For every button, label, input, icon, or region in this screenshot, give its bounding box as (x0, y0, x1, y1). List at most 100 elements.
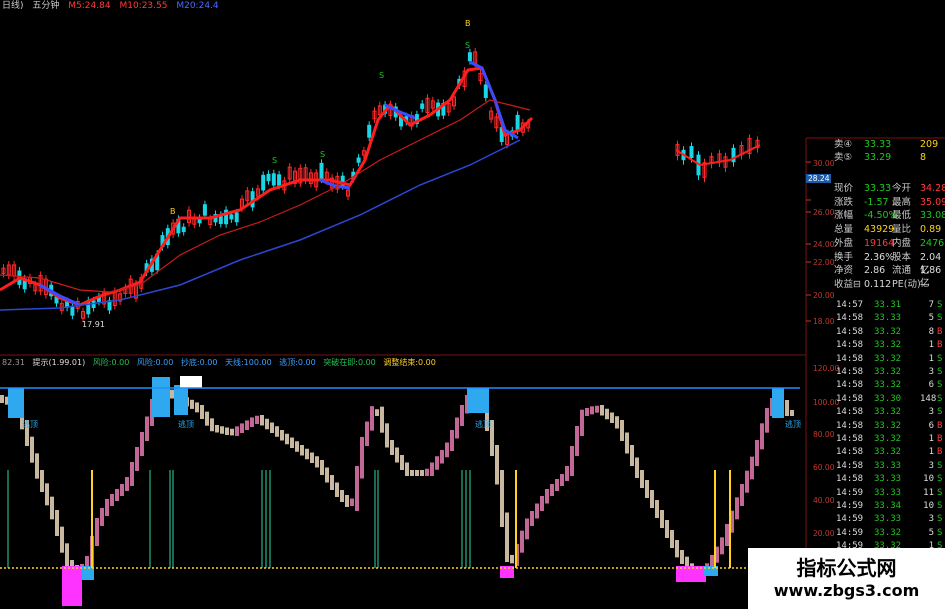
tick-time: 14:58 (836, 407, 864, 418)
indicator-bar (455, 417, 459, 439)
indicator-bar (735, 497, 739, 520)
indicator-bar (635, 457, 639, 478)
ask-label: 卖⑤ (834, 152, 853, 163)
indicator-bar (100, 508, 104, 526)
stat-label: 现价 (834, 183, 854, 194)
indicator-bar (235, 426, 239, 436)
indicator-bar (400, 455, 404, 470)
sell-marker: S (465, 41, 471, 50)
indicator-bar (415, 470, 419, 476)
buy-marker: B (170, 207, 176, 216)
indicator-bar (110, 494, 114, 506)
indicator-bar (755, 440, 759, 466)
indicator-bar (340, 490, 344, 502)
tick-direction: S (937, 460, 943, 471)
quote-stat-row: 涨幅 -4.50% 最低 33.08 (806, 209, 945, 222)
indicator-bar (280, 430, 284, 441)
indicator-title[interactable]: 提示(1.99.01) (32, 358, 85, 367)
ma10-value: M10:23.55 (119, 1, 168, 11)
indicator-bar (240, 423, 244, 433)
period-label: 日线) (2, 1, 24, 11)
tick-direction: S (937, 407, 943, 418)
tick-price: 33.32 (874, 447, 902, 458)
tick-price: 33.32 (874, 340, 902, 351)
tick-volume: 1 (928, 434, 934, 444)
escape-top-block (467, 388, 489, 413)
tick-row: 14:58 33.33 5 S (806, 312, 945, 325)
ask-row: 卖⑤ 33.29 8 (806, 151, 945, 164)
indicator-bar (370, 406, 374, 431)
indicator-field: 逃顶:0.00 (279, 358, 316, 367)
chart-canvas (0, 47, 945, 606)
indicator-bar (575, 426, 579, 456)
indicator-bar (545, 489, 549, 504)
indicator-bar (290, 437, 294, 448)
tick-price: 33.32 (874, 353, 902, 364)
indicator-bar (130, 462, 134, 486)
indicator-bar (345, 495, 349, 507)
buy-marker: B (465, 19, 471, 28)
tick-volume: 6 (928, 420, 934, 431)
indicator-bar (655, 500, 659, 518)
indicator-bar (505, 512, 509, 562)
candle-body (266, 173, 271, 182)
ma20-value: M20:24.4 (176, 1, 219, 11)
indicator-bar (365, 421, 369, 446)
indicator-bar (60, 526, 64, 553)
tick-price: 33.32 (874, 527, 902, 538)
candle-body (229, 214, 234, 220)
candle-body (261, 174, 266, 191)
indicator-bar (785, 400, 789, 416)
tick-price: 33.33 (874, 460, 902, 471)
tick-row: 14:59 33.33 3 S (806, 513, 945, 526)
indicator-bar (140, 432, 144, 456)
indicator-bar (220, 426, 224, 434)
stat-value: 0.112 (864, 278, 892, 290)
indicator-bar (170, 389, 174, 399)
indicator-bar (445, 442, 449, 458)
tick-price: 33.34 (874, 501, 902, 511)
indicator-bar (630, 445, 634, 466)
tick-time: 14:59 (836, 527, 864, 538)
tick-price: 33.33 (874, 313, 902, 324)
moving-average-lines (0, 60, 761, 311)
low-price-marker: 17.91 (82, 320, 105, 329)
stock-chart-window: { "header": { "items": [ {"text": "日线)",… (0, 0, 945, 609)
indicator-bar (550, 484, 554, 496)
indicator-bar (95, 518, 99, 546)
indicator-bar (425, 468, 429, 476)
indicator-bar (295, 441, 299, 452)
indicator-bar (745, 470, 749, 493)
tick-direction: S (937, 313, 943, 324)
indicator-bar (385, 423, 389, 448)
stat-label: 最高 (892, 196, 912, 208)
tick-time: 14:58 (836, 353, 864, 364)
indicator-header: 82.31 提示(1.99.01) 风险:0.00 风险:0.00 抄底:0.0… (2, 357, 441, 368)
tick-direction: S (937, 487, 943, 498)
tick-row: 14:58 33.32 1 S (806, 353, 945, 366)
sell-marker: S (272, 156, 278, 165)
indicator-bars (0, 376, 794, 606)
indicator-bar (320, 460, 324, 475)
tick-price: 33.33 (874, 474, 902, 485)
tick-row: 14:58 33.32 1 B (806, 446, 945, 459)
indicator-bar (510, 555, 514, 564)
indicator-bar (115, 489, 119, 501)
candle-body (271, 173, 276, 186)
tick-time: 14:58 (836, 420, 864, 431)
indicator-bar (65, 543, 69, 567)
tick-direction: S (937, 380, 943, 391)
indicator-bar (740, 484, 744, 506)
tick-price: 33.31 (874, 300, 902, 310)
indicator-bar (410, 470, 414, 476)
stat-value: 2.86 (864, 265, 886, 277)
indicator-bar (105, 499, 109, 516)
indicator-lines (0, 387, 806, 569)
tick-row: 14:59 33.33 11 S (806, 487, 945, 500)
candle-body (277, 174, 282, 186)
tick-volume: 3 (928, 367, 934, 377)
indicator-bar (275, 426, 279, 437)
sell-marker: S (320, 150, 326, 159)
candle-body (356, 157, 361, 163)
period-name[interactable]: 五分钟 (32, 1, 59, 11)
